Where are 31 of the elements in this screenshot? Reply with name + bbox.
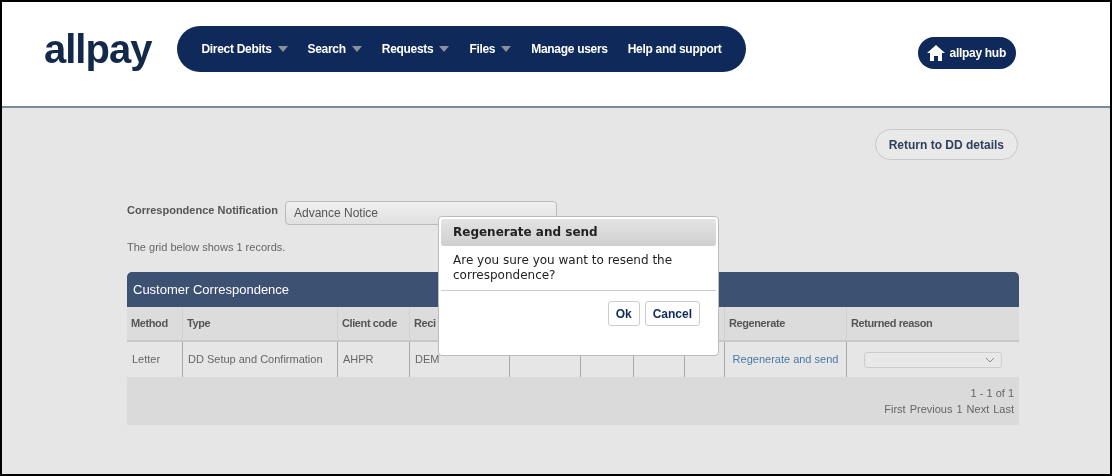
grid-note: The grid below shows 1 records. [127,241,287,253]
pager-link[interactable]: Next [966,403,990,415]
nav-item[interactable]: Files [459,42,522,56]
field-label: Correspondence Notification [127,204,279,216]
pager-link[interactable]: Last [993,403,1014,415]
return-button[interactable]: Return to DD details [874,129,1018,160]
column-header: Type [182,307,337,342]
cancel-button[interactable]: Cancel [644,301,700,326]
pager-summary: 1 - 1 of 1 [970,387,1014,399]
pager-link[interactable]: Previous [909,403,953,415]
ok-button[interactable]: Ok [607,301,640,326]
pager-link[interactable]: First [884,403,906,415]
nav-item[interactable]: Direct Debits [191,42,298,56]
column-header: Client code [337,307,409,342]
nav-item[interactable]: Requests [371,42,460,56]
hub-button[interactable]: allpay hub [917,37,1016,69]
chevron-down-icon [985,356,995,363]
nav-item[interactable]: Manage users [521,42,618,56]
pager-link[interactable]: 1 [956,403,963,415]
regenerate-link[interactable]: Regenerate and send [732,342,839,377]
table-title: Customer Correspondence [133,282,290,297]
nav-item[interactable]: Help and support [617,42,732,56]
dialog-message: Are you sure you want to resend the correspondence? [441,246,716,291]
column-header: Regenerate [724,307,846,342]
nav-item[interactable]: Search [297,42,372,56]
dialog-title: Regenerate and send [441,219,716,246]
reason-select[interactable] [864,351,1002,368]
home-icon [925,44,946,62]
logo[interactable]: allpay [44,26,152,72]
column-header: Returned reason [846,307,1019,342]
column-header: Method [127,307,182,342]
